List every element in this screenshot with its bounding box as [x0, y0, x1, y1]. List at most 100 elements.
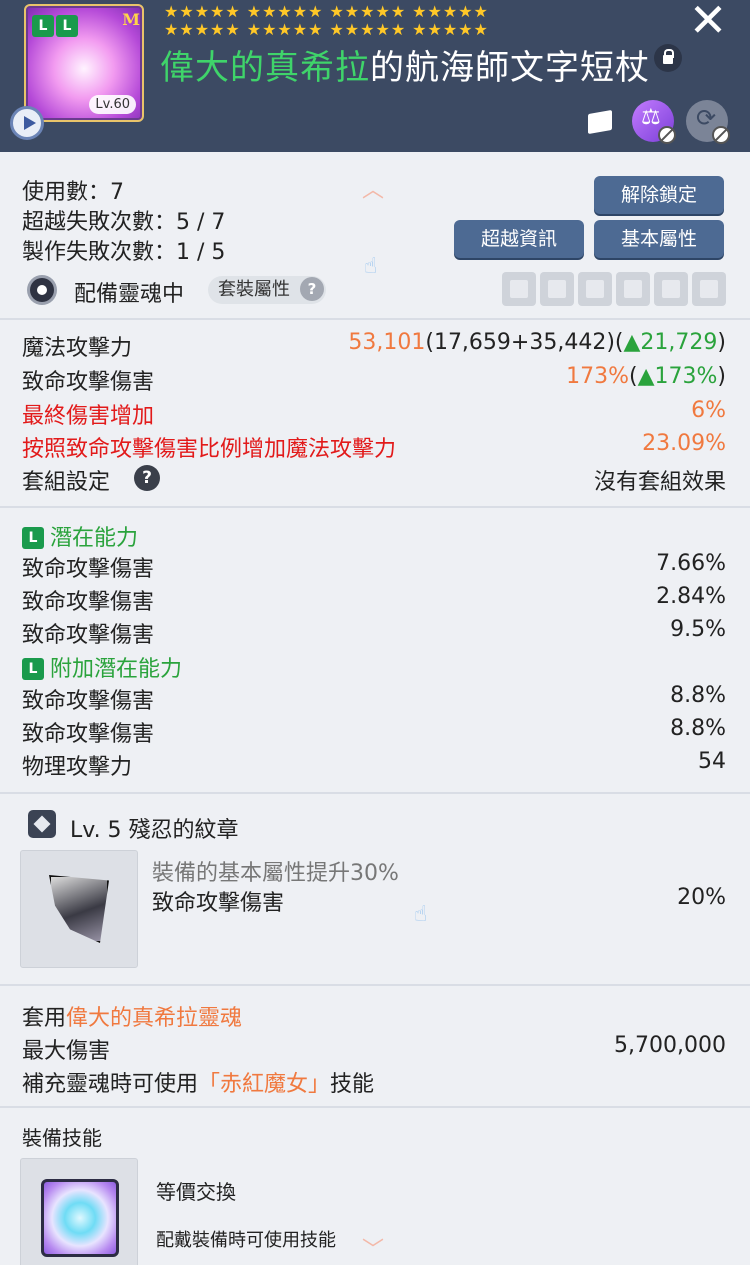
disabled-icon [658, 126, 676, 144]
chevron-up-icon[interactable]: ︿ [362, 172, 384, 204]
compare-icon[interactable] [632, 100, 676, 144]
legendary-badge: L [56, 15, 78, 37]
craft-fail-count: 製作失敗次數：1 / 5 [22, 240, 226, 265]
additional-potential-line-value: 8.8% [670, 683, 726, 708]
potential-line-value: 9.5% [670, 617, 726, 642]
set-pill-label: 套裝屬性 [218, 279, 290, 300]
legendary-badge: L [22, 527, 44, 549]
legendary-badge: L [32, 15, 54, 37]
star-group: ★★★★★ [164, 2, 241, 21]
additional-potential-line-value: 54 [698, 749, 726, 774]
magic-attack-delta: ▲21,729 [623, 330, 718, 355]
star-group: ★★★★★ [329, 20, 407, 39]
title-highlight: 偉大的真希拉 [160, 48, 370, 88]
crit-damage-delta: ▲173% [637, 364, 718, 389]
star-group: ★★★★★ [412, 2, 489, 21]
magic-attack-label: 魔法攻擊力 [22, 336, 133, 361]
equip-skill-name: 等價交換 [156, 1180, 236, 1204]
magic-attack-breakdown: (17,659+35,442)( [425, 330, 624, 355]
cycle-icon[interactable] [686, 100, 730, 144]
transcend-fail-count: 超越失敗次數：5 / 7 [22, 210, 226, 235]
skill-image [41, 1179, 119, 1257]
soul-applied: 套用偉大的真希拉靈魂 [22, 1000, 242, 1032]
star-force-stars: ★★★★★ ★★★★★ ★★★★★ ★★★★★ ★★★★★ ★★★★★ ★★★★★ ★★★★… [164, 3, 564, 39]
soul-applied-prefix: 套用 [22, 1006, 67, 1031]
slot-head-icon [540, 272, 574, 306]
item-title: 偉大的真希拉的航海師文字短杖 [160, 40, 650, 89]
crit-damage-value: 173%(▲173%) [566, 364, 726, 389]
soul-equipped-label: 配備靈魂中 [74, 282, 185, 307]
equip-skill-description: 配戴裝備時可使用技能 [156, 1230, 336, 1251]
potential-title: L 潛在能力 [22, 520, 138, 552]
play-icon[interactable] [10, 106, 44, 140]
slot-star-icon [692, 272, 726, 306]
soul-skill-line: 補充靈魂時可使用「赤紅魔女」技能 [22, 1066, 374, 1098]
set-attributes-pill[interactable]: 套裝屬性 ? [208, 276, 326, 304]
unlock-button[interactable]: 解除鎖定 [594, 176, 724, 214]
crit-damage-close: ) [717, 364, 726, 389]
help-icon[interactable]: ? [134, 465, 160, 491]
pointer-cursor-icon: ☝ [414, 902, 428, 927]
set-setting-label: 套組設定 [22, 470, 111, 495]
divider [0, 984, 750, 986]
potential-line-label: 致命攻擊傷害 [22, 557, 155, 582]
share-icon[interactable] [580, 100, 622, 142]
equip-skill-thumbnail [20, 1158, 138, 1265]
chevron-down-icon[interactable]: ﹀ [362, 1232, 384, 1264]
star-group: ★★★★★ [246, 2, 324, 21]
crit-damage-open: ( [628, 364, 638, 389]
star-group: ★★★★★ [329, 2, 407, 21]
final-damage-label: 最終傷害增加 [22, 404, 155, 429]
pointer-cursor-icon: ☝ [364, 254, 378, 279]
magic-attack-total: 53,101 [348, 330, 426, 355]
crit-damage-label: 致命攻擊傷害 [22, 370, 155, 395]
emblem-stat-label: 致命攻擊傷害 [152, 891, 285, 916]
item-level: Lv.60 [89, 95, 136, 114]
item-header: L L M Lv.60 ★★★★★ ★★★★★ ★★★★★ ★★★★★ ★★★★★ ★★… [0, 0, 750, 152]
slot-leg-icon [654, 272, 688, 306]
soul-name: 偉大的真希拉靈魂 [66, 1006, 243, 1031]
emblem-title: Lv. 5 殘忍的紋章 [70, 818, 239, 843]
slot-wing-icon [578, 272, 612, 306]
potential-line-label: 致命攻擊傷害 [22, 623, 155, 648]
emblem-image [49, 875, 109, 943]
slot-sword-icon [502, 272, 536, 306]
emblem-thumbnail [20, 850, 138, 968]
soul-skill-prefix: 補充靈魂時可使用 [22, 1072, 199, 1097]
final-damage-value: 6% [691, 398, 726, 423]
divider [0, 318, 750, 320]
emblem-diamond-icon [28, 810, 56, 838]
soul-icon [22, 276, 62, 306]
lock-icon [654, 44, 682, 72]
magic-attack-value: 53,101(17,659+35,442)(▲21,729) [348, 330, 726, 355]
transcend-info-button[interactable]: 超越資訊 [454, 220, 584, 258]
emblem-stat-value: 20% [677, 885, 726, 910]
basic-attributes-button[interactable]: 基本屬性 [594, 220, 724, 258]
use-count: 使用數：7 [22, 180, 124, 205]
grade-mark: M [122, 10, 140, 29]
set-setting-value: 沒有套組效果 [593, 470, 726, 495]
crit-damage-total: 173% [566, 364, 629, 389]
close-button[interactable]: ✕ [686, 0, 730, 44]
divider [0, 506, 750, 508]
item-icon: L L M Lv.60 [24, 4, 144, 122]
potential-line-value: 7.66% [656, 551, 726, 576]
crit-ratio-value: 23.09% [642, 431, 726, 456]
additional-potential-line-label: 致命攻擊傷害 [22, 689, 155, 714]
disabled-icon [712, 126, 730, 144]
additional-potential-title: L 附加潛在能力 [22, 651, 182, 683]
potential-title-text: 潛在能力 [50, 526, 139, 551]
additional-potential-line-value: 8.8% [670, 716, 726, 741]
help-icon[interactable]: ? [300, 277, 324, 301]
emblem-description: 裝備的基本屬性提升30% [152, 861, 399, 886]
crit-ratio-label: 按照致命攻擊傷害比例增加魔法攻擊力 [22, 437, 397, 462]
soul-skill-name: 「赤紅魔女」 [198, 1072, 331, 1097]
additional-potential-line-label: 致命攻擊傷害 [22, 722, 155, 747]
additional-potential-line-label: 物理攻擊力 [22, 755, 133, 780]
max-damage-value: 5,700,000 [614, 1033, 726, 1058]
star-group: ★★★★★ [164, 20, 241, 39]
star-group: ★★★★★ [246, 20, 324, 39]
divider [0, 792, 750, 794]
legendary-badge: L [22, 658, 44, 680]
divider [0, 1106, 750, 1108]
